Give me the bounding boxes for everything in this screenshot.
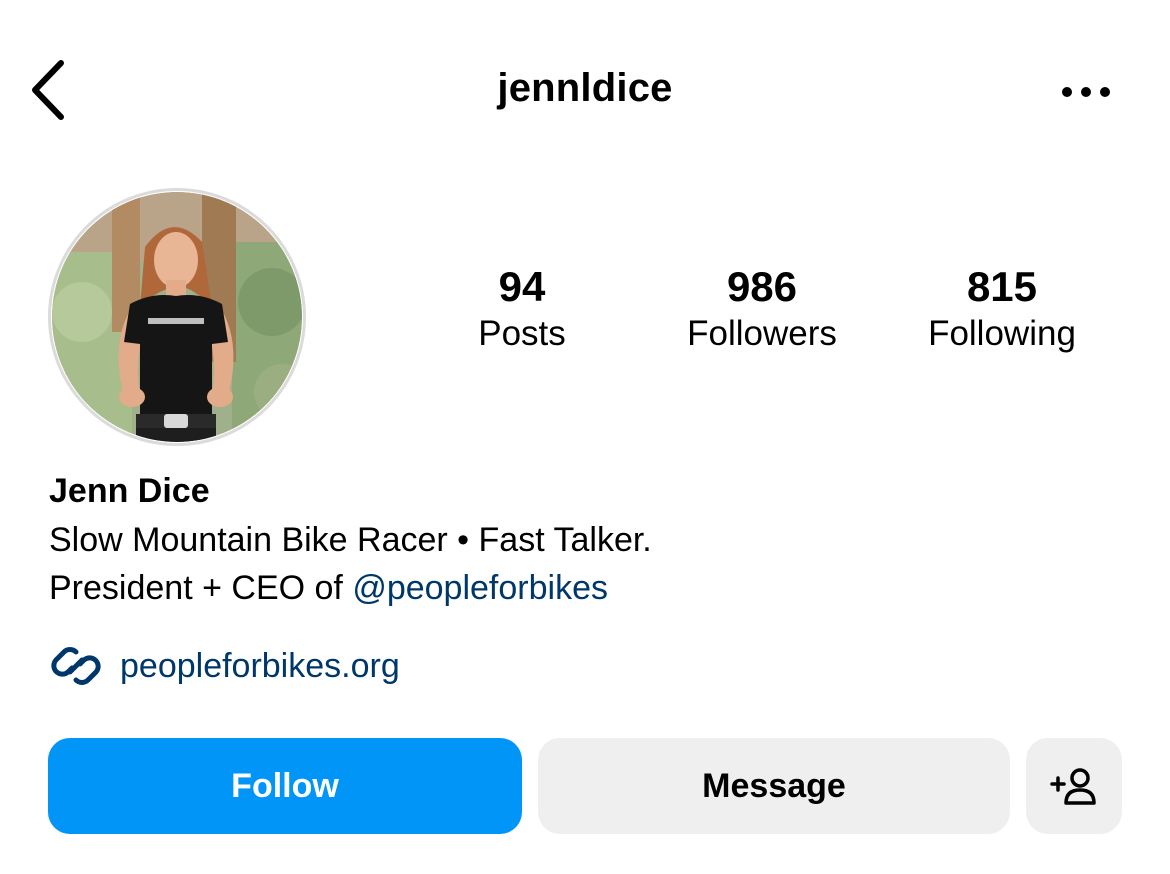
profile-page: jennldice 94 Posts 986 Followers 815 Fol… — [0, 0, 1170, 874]
website-link-text: peopleforbikes.org — [120, 646, 400, 685]
message-button[interactable]: Message — [538, 738, 1010, 834]
add-user-button[interactable] — [1026, 738, 1122, 834]
profile-photo — [52, 192, 302, 442]
bio-line-1: Slow Mountain Bike Racer • Fast Talker. — [49, 521, 652, 559]
followers-label: Followers — [687, 314, 837, 353]
website-link[interactable]: peopleforbikes.org — [48, 638, 400, 694]
profile-display-name: Jenn Dice — [49, 472, 210, 510]
posts-label: Posts — [478, 314, 566, 353]
stat-posts[interactable]: 94 Posts — [422, 262, 622, 356]
following-label: Following — [928, 314, 1076, 353]
profile-username-title: jennldice — [497, 66, 673, 110]
following-count: 815 — [966, 263, 1038, 310]
avatar[interactable] — [48, 188, 306, 446]
bio-line-2: President + CEO of @peopleforbikes — [49, 568, 608, 608]
followers-count: 986 — [726, 263, 798, 310]
more-horizontal-icon — [1062, 87, 1110, 97]
bio-line-2-prefix: President + CEO of — [49, 569, 353, 607]
stat-following[interactable]: 815 Following — [902, 262, 1102, 356]
more-options-button[interactable] — [1055, 70, 1117, 114]
bio-mention-link[interactable]: @peopleforbikes — [352, 569, 608, 607]
posts-count: 94 — [498, 263, 546, 310]
stat-followers[interactable]: 986 Followers — [662, 262, 862, 356]
follow-button[interactable]: Follow — [48, 738, 522, 834]
link-icon — [51, 647, 101, 685]
add-person-icon — [1050, 768, 1096, 805]
